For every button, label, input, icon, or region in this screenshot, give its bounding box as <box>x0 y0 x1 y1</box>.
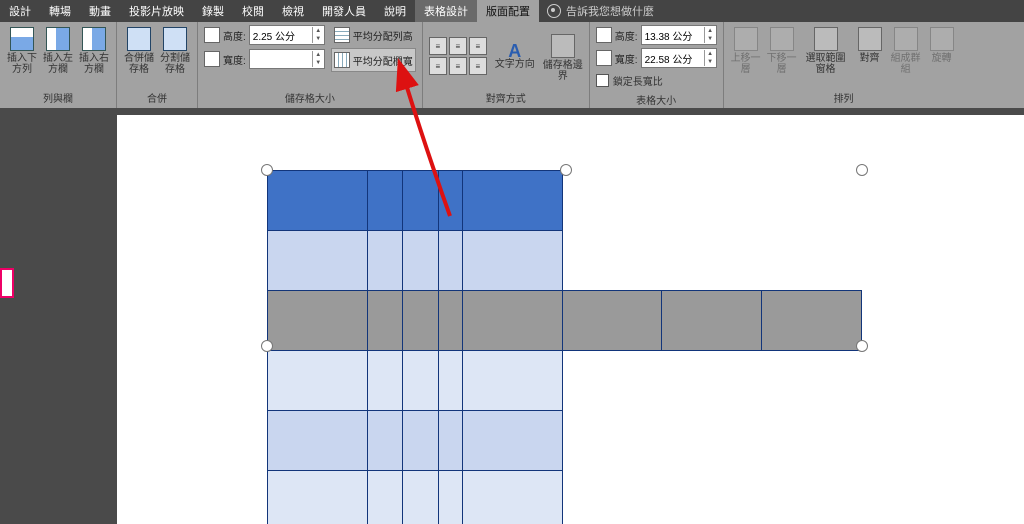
ribbon-tabs: 設計 轉場 動畫 投影片放映 錄製 校閱 檢視 開發人員 說明 表格設計 版面配… <box>0 0 1024 22</box>
tab-slideshow[interactable]: 投影片放映 <box>120 0 193 22</box>
resize-handle[interactable] <box>261 340 273 352</box>
group-label-arrange: 排列 <box>834 88 854 108</box>
lightbulb-icon <box>547 4 561 18</box>
align-icon <box>858 27 882 51</box>
col-width-icon <box>204 51 220 67</box>
tell-me[interactable]: 告訴我您想做什麼 <box>539 0 662 22</box>
resize-handle[interactable] <box>856 164 868 176</box>
group-alignment: ≡≡≡≡≡≡ A 文字方向 儲存格邊界 對齊方式 <box>423 22 590 108</box>
distribute-rows-button[interactable]: 平均分配列高 <box>331 24 416 46</box>
tab-view[interactable]: 檢視 <box>273 0 313 22</box>
tab-table-design[interactable]: 表格設計 <box>415 0 477 22</box>
cell-width-input[interactable]: ▲▼ <box>249 49 325 69</box>
group-arrange: 上移一層 下移一層 選取範圍窗格 對齊 組成群組 旋轉 排 <box>724 22 964 108</box>
workspace <box>0 108 1024 524</box>
table-height-icon <box>596 27 612 43</box>
width-label: 寬度: <box>223 52 246 67</box>
tab-help[interactable]: 說明 <box>375 0 415 22</box>
slide-canvas[interactable] <box>15 108 1024 524</box>
row-height-icon <box>204 27 220 43</box>
tab-layout[interactable]: 版面配置 <box>477 0 539 22</box>
insert-right-button[interactable]: 插入右方欄 <box>78 24 110 75</box>
group-label-alignment: 對齊方式 <box>486 88 526 108</box>
insert-below-icon <box>10 27 34 51</box>
insert-left-button[interactable]: 插入左方欄 <box>42 24 74 75</box>
split-cells-button[interactable]: 分割儲存格 <box>159 24 191 75</box>
group-table-size: 高度: ▲▼ 寬度: ▲▼ 鎖定長寬比 表格大小 <box>590 22 724 108</box>
group-merge: 合併儲存格 分割儲存格 合併 <box>117 22 198 108</box>
slide-thumbnails[interactable] <box>0 108 15 524</box>
tab-review[interactable]: 校閱 <box>233 0 273 22</box>
cell-margins-button[interactable]: 儲存格邊界 <box>543 31 583 82</box>
resize-handle[interactable] <box>856 340 868 352</box>
slide-page <box>117 115 1024 524</box>
tab-developer[interactable]: 開發人員 <box>313 0 375 22</box>
split-cells-icon <box>163 27 187 51</box>
checkbox-icon <box>596 74 609 87</box>
group-label-rows-cols: 列與欄 <box>43 88 73 108</box>
group-label-merge: 合併 <box>147 88 167 108</box>
align-button[interactable]: 對齊 <box>854 24 886 64</box>
group-label-cell-size: 儲存格大小 <box>285 88 335 108</box>
insert-right-icon <box>82 27 106 51</box>
group-icon <box>894 27 918 51</box>
tab-record[interactable]: 錄製 <box>193 0 233 22</box>
group-label-table-size: 表格大小 <box>636 90 676 110</box>
group-cell-size: 高度: ▲▼ 平均分配列高 寬度: ▲▼ <box>198 22 423 108</box>
group-rows-cols: 插入下方列 插入左方欄 插入右方欄 列與欄 <box>0 22 117 108</box>
table-width-input[interactable]: ▲▼ <box>641 48 717 68</box>
insert-left-icon <box>46 27 70 51</box>
resize-handle[interactable] <box>560 164 572 176</box>
table-width-icon <box>596 50 612 66</box>
rotate-button[interactable]: 旋轉 <box>926 24 958 64</box>
selection-pane-button[interactable]: 選取範圍窗格 <box>802 24 850 75</box>
selection-pane-icon <box>814 27 838 51</box>
tab-design[interactable]: 設計 <box>0 0 40 22</box>
text-direction-icon: A <box>508 46 521 57</box>
cell-height-input[interactable]: ▲▼ <box>249 25 325 45</box>
send-backward-button[interactable]: 下移一層 <box>766 24 798 75</box>
alignment-grid[interactable]: ≡≡≡≡≡≡ <box>429 37 487 75</box>
tell-me-label: 告訴我您想做什麼 <box>566 3 654 19</box>
tab-transitions[interactable]: 轉場 <box>40 0 80 22</box>
insert-below-button[interactable]: 插入下方列 <box>6 24 38 75</box>
distribute-rows-icon <box>334 27 350 43</box>
distribute-cols-icon <box>334 52 350 68</box>
height-label: 高度: <box>223 28 246 43</box>
text-direction-button[interactable]: A 文字方向 <box>495 43 535 70</box>
bring-forward-button[interactable]: 上移一層 <box>730 24 762 75</box>
table-object[interactable] <box>267 170 862 524</box>
distribute-cols-button[interactable]: 平均分配欄寬 <box>331 48 416 72</box>
rotate-icon <box>930 27 954 51</box>
table-height-input[interactable]: ▲▼ <box>641 25 717 45</box>
bring-forward-icon <box>734 27 758 51</box>
lock-aspect-checkbox[interactable]: 鎖定長寬比 <box>596 70 663 90</box>
merge-cells-icon <box>127 27 151 51</box>
merge-cells-button[interactable]: 合併儲存格 <box>123 24 155 75</box>
group-button[interactable]: 組成群組 <box>890 24 922 75</box>
send-backward-icon <box>770 27 794 51</box>
resize-handle[interactable] <box>261 164 273 176</box>
tab-animations[interactable]: 動畫 <box>80 0 120 22</box>
cell-margins-icon <box>551 34 575 58</box>
ribbon: 插入下方列 插入左方欄 插入右方欄 列與欄 合併儲存格 分割儲存格 合併 <box>0 22 1024 109</box>
slide-thumbnail[interactable] <box>0 268 14 298</box>
